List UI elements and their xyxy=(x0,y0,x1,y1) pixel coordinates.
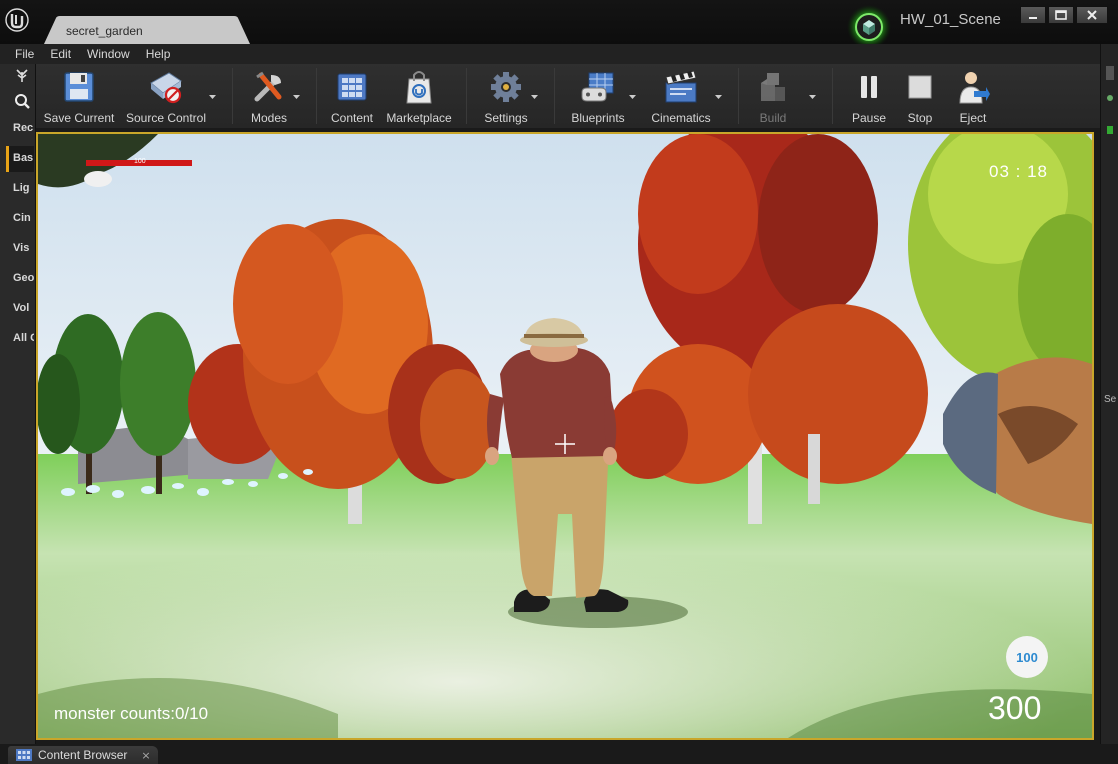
category-volumes[interactable]: Vol xyxy=(6,296,34,322)
stop-button[interactable]: Stop xyxy=(896,64,944,126)
content-browser-tab[interactable]: Content Browser × xyxy=(8,746,158,764)
health-value: 100 xyxy=(134,158,146,165)
editor-window: secret_garden HW_01_Scene File Edit Wind… xyxy=(0,0,1118,764)
details-panel-edge: Se xyxy=(1100,44,1118,744)
ammo-total: 300 xyxy=(988,690,1042,726)
blueprints-button[interactable]: Blueprints xyxy=(566,64,630,126)
pause-icon xyxy=(849,68,889,106)
modes-dropdown-icon[interactable] xyxy=(292,92,301,101)
menu-edit[interactable]: Edit xyxy=(42,47,79,61)
settings-icon xyxy=(486,68,526,106)
source-control-button[interactable]: Source Control xyxy=(124,64,208,126)
main-toolbar: Save Current Source Control Modes Conten… xyxy=(36,64,1100,128)
build-label: Build xyxy=(759,111,787,125)
settings-button[interactable]: Settings xyxy=(480,64,532,126)
title-bar: secret_garden HW_01_Scene xyxy=(0,0,1118,49)
category-geometry[interactable]: Geo xyxy=(6,266,34,292)
category-recently-placed[interactable]: Rec xyxy=(6,116,34,142)
eject-icon xyxy=(953,68,993,106)
modes-panel: Rec Bas Lig Cin Vis Geo Vol All C xyxy=(0,64,36,744)
category-cinematic[interactable]: Cin xyxy=(6,206,34,232)
search-icon[interactable] xyxy=(10,90,34,112)
blueprints-dropdown-icon[interactable] xyxy=(628,92,637,101)
menu-bar: File Edit Window Help xyxy=(0,44,1100,64)
source-control-dropdown-icon[interactable] xyxy=(208,92,217,101)
build-dropdown-icon[interactable] xyxy=(808,92,817,101)
settings-dropdown-icon[interactable] xyxy=(530,92,539,101)
cinematics-button[interactable]: Cinematics xyxy=(646,64,716,126)
menu-file[interactable]: File xyxy=(7,47,42,61)
category-all-classes[interactable]: All C xyxy=(6,326,34,352)
content-browser-icon xyxy=(16,749,32,761)
toolbar-separator xyxy=(232,68,233,124)
ammo-clip-value: 100 xyxy=(1016,649,1038,665)
category-lights[interactable]: Lig xyxy=(6,176,34,202)
cinematics-label: Cinematics xyxy=(651,111,711,125)
close-tab-icon[interactable]: × xyxy=(141,749,150,762)
category-visual-effects[interactable]: Vis xyxy=(6,236,34,262)
level-viewport[interactable]: 100 03 : 18 monster counts:0/10 100 300 xyxy=(36,132,1094,740)
pause-label: Pause xyxy=(851,111,887,125)
game-timer: 03 : 18 xyxy=(989,162,1048,181)
minimize-icon[interactable] xyxy=(1020,6,1046,24)
window-controls xyxy=(1020,6,1108,24)
toolbar-separator xyxy=(554,68,555,124)
content-browser-label: Content Browser xyxy=(38,748,128,762)
build-icon xyxy=(753,68,793,106)
toolbar-separator xyxy=(316,68,317,124)
bottom-bar: Content Browser × xyxy=(0,744,1118,764)
eject-label: Eject xyxy=(959,111,987,125)
source-control-icon xyxy=(146,68,186,106)
build-button[interactable]: Build xyxy=(748,64,798,126)
document-tab[interactable]: secret_garden xyxy=(44,16,250,44)
stop-label: Stop xyxy=(907,111,933,125)
marketplace-label: Marketplace xyxy=(386,111,452,125)
modes-button[interactable]: Modes xyxy=(244,64,294,126)
cinematics-dropdown-icon[interactable] xyxy=(714,92,723,101)
toolbar-separator xyxy=(832,68,833,124)
marketplace-icon xyxy=(399,68,439,106)
unreal-logo-icon[interactable] xyxy=(4,6,30,34)
details-panel-label: Se xyxy=(1104,394,1117,405)
document-tab-label: secret_garden xyxy=(66,24,143,38)
source-control-label: Source Control xyxy=(125,111,207,125)
modes-label: Modes xyxy=(250,111,288,125)
project-indicator: HW_01_Scene xyxy=(844,2,1018,49)
save-icon xyxy=(59,68,99,106)
blueprints-icon xyxy=(578,68,618,106)
ammo-clip-badge: 100 xyxy=(1006,636,1048,678)
monster-counter: monster counts:0/10 xyxy=(54,704,209,723)
blueprints-label: Blueprints xyxy=(571,111,625,125)
stop-icon xyxy=(900,68,940,106)
toolbar-separator xyxy=(738,68,739,124)
eject-button[interactable]: Eject xyxy=(948,64,998,126)
maximize-icon[interactable] xyxy=(1048,6,1074,24)
category-basic[interactable]: Bas xyxy=(6,146,34,172)
game-scene[interactable] xyxy=(38,134,1092,738)
project-name: HW_01_Scene xyxy=(900,11,1001,28)
save-current-label: Save Current xyxy=(43,111,115,125)
marketplace-button[interactable]: Marketplace xyxy=(384,64,454,126)
content-icon xyxy=(332,68,372,106)
panel-tab-icons xyxy=(1106,66,1114,134)
cinematics-icon xyxy=(661,68,701,106)
menu-help[interactable]: Help xyxy=(138,47,179,61)
close-icon[interactable] xyxy=(1076,6,1108,24)
menu-window[interactable]: Window xyxy=(79,47,138,61)
settings-label: Settings xyxy=(484,111,528,125)
pause-button[interactable]: Pause xyxy=(844,64,894,126)
content-label: Content xyxy=(330,111,374,125)
content-button[interactable]: Content xyxy=(326,64,378,126)
foliage-mode-icon[interactable] xyxy=(10,64,34,86)
modes-icon xyxy=(249,68,289,106)
save-current-button[interactable]: Save Current xyxy=(42,64,116,126)
toolbar-separator xyxy=(466,68,467,124)
